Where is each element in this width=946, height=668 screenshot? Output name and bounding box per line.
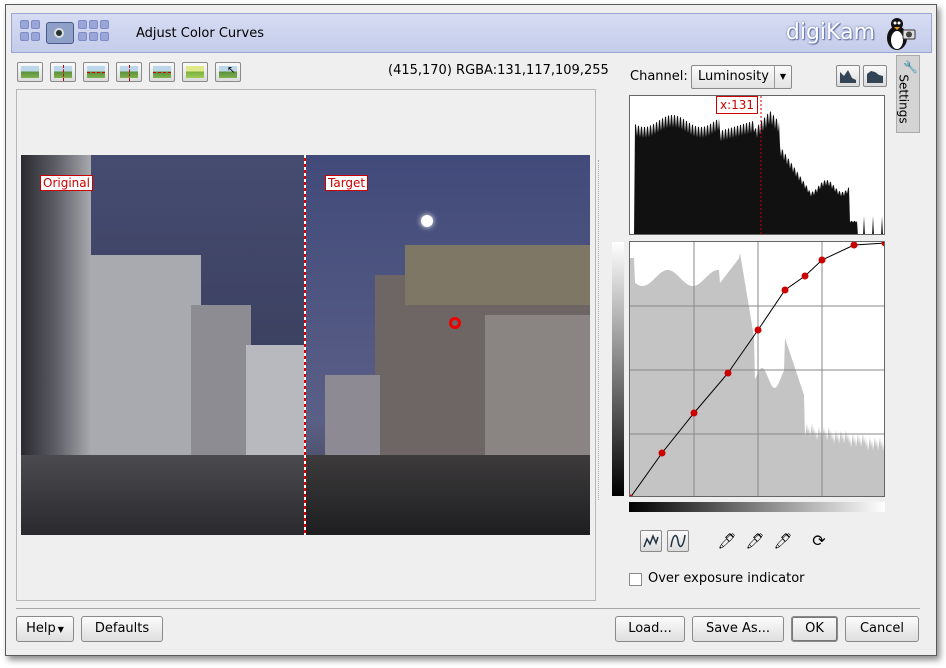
load-button[interactable]: Load...: [615, 616, 685, 642]
original-image-button[interactable]: [17, 62, 43, 82]
curve-control-point[interactable]: [850, 242, 858, 249]
curve-control-point[interactable]: [690, 409, 698, 417]
cancel-button[interactable]: Cancel: [845, 616, 919, 642]
curve-control-point[interactable]: [781, 286, 789, 294]
original-half: [21, 155, 305, 535]
free-curve-icon: [643, 533, 659, 548]
settings-side-tab[interactable]: 🔧 Settings: [896, 55, 920, 133]
linear-histogram-icon: [840, 70, 856, 83]
under-over-button[interactable]: ↖: [215, 62, 241, 82]
curve-control-point[interactable]: [724, 369, 732, 377]
histogram[interactable]: [629, 95, 885, 235]
button-separator: [16, 608, 920, 609]
split-vertical-cross-button[interactable]: [116, 62, 142, 82]
histogram-cursor-label: x:131: [716, 96, 759, 114]
penguin-icon: [887, 18, 916, 50]
split-line[interactable]: [304, 155, 306, 535]
channel-value: Luminosity: [698, 69, 769, 84]
histogram-area: [634, 111, 883, 234]
split-vertical-button[interactable]: [50, 62, 76, 82]
save-as-button[interactable]: Save As...: [692, 616, 784, 642]
settings-tab-label: Settings: [896, 74, 911, 124]
curve-control-point[interactable]: [881, 242, 886, 247]
smooth-curve-icon: [670, 534, 686, 548]
output-gradient: [612, 242, 624, 496]
split-horizontal-button[interactable]: [83, 62, 109, 82]
histogram-graph: [634, 96, 883, 234]
panel-splitter[interactable]: [598, 160, 599, 500]
help-label: Help: [26, 621, 56, 636]
wrench-icon: 🔧: [903, 60, 918, 74]
gray-picker-icon[interactable]: 🖊: [745, 531, 765, 551]
over-exposure-label: Over exposure indicator: [648, 571, 805, 586]
curve-graph: [630, 242, 886, 496]
defaults-button[interactable]: Defaults: [81, 616, 163, 642]
log-histogram-icon: [867, 71, 883, 83]
preview-image[interactable]: Original Target: [21, 155, 590, 535]
target-label: Target: [325, 175, 369, 191]
reset-icon[interactable]: ⟳: [809, 531, 829, 551]
dialog-title: Adjust Color Curves: [136, 26, 264, 41]
chevron-down-icon: ▼: [57, 625, 64, 634]
curve-control-point[interactable]: [818, 256, 826, 264]
brand-logo: digiKam: [785, 20, 875, 45]
input-gradient: [629, 502, 885, 512]
curves-editor[interactable]: [629, 241, 885, 497]
chevron-down-icon: ▼: [774, 66, 791, 88]
channel-select[interactable]: Luminosity ▼: [691, 65, 792, 89]
target-half: [305, 155, 590, 535]
log-histogram-button[interactable]: [863, 65, 887, 87]
black-picker-icon[interactable]: 🖊: [717, 531, 737, 551]
smooth-curve-button[interactable]: [667, 530, 689, 552]
ok-button[interactable]: OK: [791, 616, 838, 642]
curves-plugin-icon: [20, 20, 112, 48]
white-picker-icon[interactable]: 🖊: [773, 531, 793, 551]
channel-label: Channel:: [630, 69, 688, 84]
free-curve-button[interactable]: [640, 530, 662, 552]
curve-control-point[interactable]: [754, 326, 762, 334]
target-image-button[interactable]: [182, 62, 208, 82]
original-label: Original: [40, 175, 93, 191]
curve-control-point[interactable]: [658, 449, 666, 457]
curve-control-point[interactable]: [801, 272, 809, 280]
help-button[interactable]: Help ▼: [16, 616, 74, 642]
linear-histogram-button[interactable]: [836, 65, 860, 87]
split-horizontal-cross-button[interactable]: [149, 62, 175, 82]
dialog-header: Adjust Color Curves digiKam: [11, 13, 932, 53]
over-exposure-checkbox[interactable]: [629, 573, 642, 586]
pixel-info: (415,170) RGBA:131,117,109,255: [388, 63, 609, 78]
